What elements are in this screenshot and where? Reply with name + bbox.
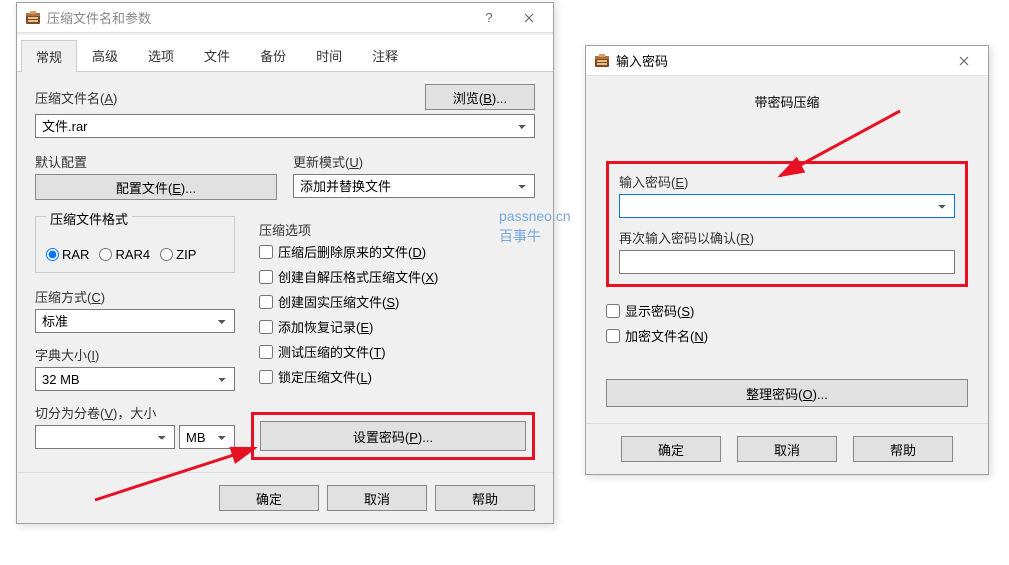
update-mode-label: 更新模式(U) — [293, 152, 535, 171]
dialog-buttons: 确定 取消 帮助 — [17, 473, 553, 523]
format-zip[interactable]: ZIP — [160, 247, 196, 262]
opt-test[interactable]: 测试压缩的文件(T) — [259, 342, 535, 361]
enter-password-label: 输入密码(E) — [619, 172, 955, 191]
dialog-buttons: 确定 取消 帮助 — [586, 424, 988, 474]
encrypt-names-check[interactable]: 加密文件名(N) — [606, 326, 968, 345]
tab-comment[interactable]: 注释 — [357, 39, 413, 71]
filename-label: 压缩文件名(A) — [35, 88, 417, 107]
winrar-icon — [25, 10, 41, 26]
cancel-button[interactable]: 取消 — [737, 436, 837, 462]
options-group: 压缩选项 压缩后删除原来的文件(D) 创建自解压格式压缩文件(X) 创建固实压缩… — [251, 216, 535, 386]
password-content: 带密码压缩 输入密码(E) 再次输入密码以确认(R) 显示密码(S) 加密文件名… — [586, 76, 988, 415]
method-label: 压缩方式(C) — [35, 287, 235, 306]
tab-advanced[interactable]: 高级 — [77, 39, 133, 71]
show-password-check[interactable]: 显示密码(S) — [606, 301, 968, 320]
dialog-title: 压缩文件名和参数 — [47, 8, 469, 27]
dict-combo[interactable]: 32 MB — [35, 367, 235, 391]
opt-lock[interactable]: 锁定压缩文件(L) — [259, 367, 535, 386]
close-button[interactable] — [509, 4, 549, 32]
ok-button[interactable]: 确定 — [621, 436, 721, 462]
format-rar[interactable]: RAR — [46, 247, 89, 262]
opt-delete[interactable]: 压缩后删除原来的文件(D) — [259, 242, 535, 261]
tab-time[interactable]: 时间 — [301, 39, 357, 71]
help-button[interactable]: ? — [469, 4, 509, 32]
ok-button[interactable]: 确定 — [219, 485, 319, 511]
split-size-combo[interactable] — [35, 425, 175, 449]
profile-label: 默认配置 — [35, 152, 277, 171]
tab-strip: 常规 高级 选项 文件 备份 时间 注释 — [17, 35, 553, 72]
opt-sfx[interactable]: 创建自解压格式压缩文件(X) — [259, 267, 535, 286]
password-dialog: 输入密码 带密码压缩 输入密码(E) 再次输入密码以确认(R) 显示密码(S) … — [585, 45, 989, 475]
winrar-icon — [594, 53, 610, 69]
update-mode-combo[interactable]: 添加并替换文件 — [293, 174, 535, 198]
tab-backup[interactable]: 备份 — [245, 39, 301, 71]
options-label: 压缩选项 — [259, 220, 535, 239]
dialog-title: 输入密码 — [616, 51, 944, 70]
profile-button[interactable]: 配置文件(E)... — [35, 174, 277, 200]
confirm-password-input[interactable] — [619, 250, 955, 274]
header-text: 带密码压缩 — [606, 92, 968, 111]
format-label: 压缩文件格式 — [46, 209, 132, 228]
set-password-button[interactable]: 设置密码(P)... — [260, 421, 526, 451]
tab-content: 压缩文件名(A) 浏览(B)... 文件.rar 默认配置 配置文件(E)...… — [17, 72, 553, 472]
highlight-password-fields: 输入密码(E) 再次输入密码以确认(R) — [606, 161, 968, 287]
method-combo[interactable]: 标准 — [35, 309, 235, 333]
titlebar: 输入密码 — [586, 46, 988, 76]
dict-label: 字典大小(I) — [35, 345, 235, 364]
opt-recovery[interactable]: 添加恢复记录(E) — [259, 317, 535, 336]
help-button[interactable]: 帮助 — [435, 485, 535, 511]
archive-dialog: 压缩文件名和参数 ? 常规 高级 选项 文件 备份 时间 注释 压缩文件名(A)… — [16, 2, 554, 524]
split-label: 切分为分卷(V)，大小 — [35, 403, 235, 422]
confirm-password-label: 再次输入密码以确认(R) — [619, 228, 955, 247]
highlight-set-password: 设置密码(P)... — [251, 412, 535, 460]
format-rar4[interactable]: RAR4 — [99, 247, 150, 262]
close-button[interactable] — [944, 47, 984, 75]
split-unit-combo[interactable]: MB — [179, 425, 235, 449]
organize-passwords-button[interactable]: 整理密码(O)... — [606, 379, 968, 407]
help-button[interactable]: 帮助 — [853, 436, 953, 462]
cancel-button[interactable]: 取消 — [327, 485, 427, 511]
format-group: 压缩文件格式 RAR RAR4 ZIP — [35, 216, 235, 273]
tab-general[interactable]: 常规 — [21, 40, 77, 72]
filename-combo[interactable]: 文件.rar — [35, 114, 535, 138]
password-combo[interactable] — [619, 194, 955, 218]
tab-files[interactable]: 文件 — [189, 39, 245, 71]
browse-button[interactable]: 浏览(B)... — [425, 84, 535, 110]
tab-options[interactable]: 选项 — [133, 39, 189, 71]
opt-solid[interactable]: 创建固实压缩文件(S) — [259, 292, 535, 311]
titlebar: 压缩文件名和参数 ? — [17, 3, 553, 33]
